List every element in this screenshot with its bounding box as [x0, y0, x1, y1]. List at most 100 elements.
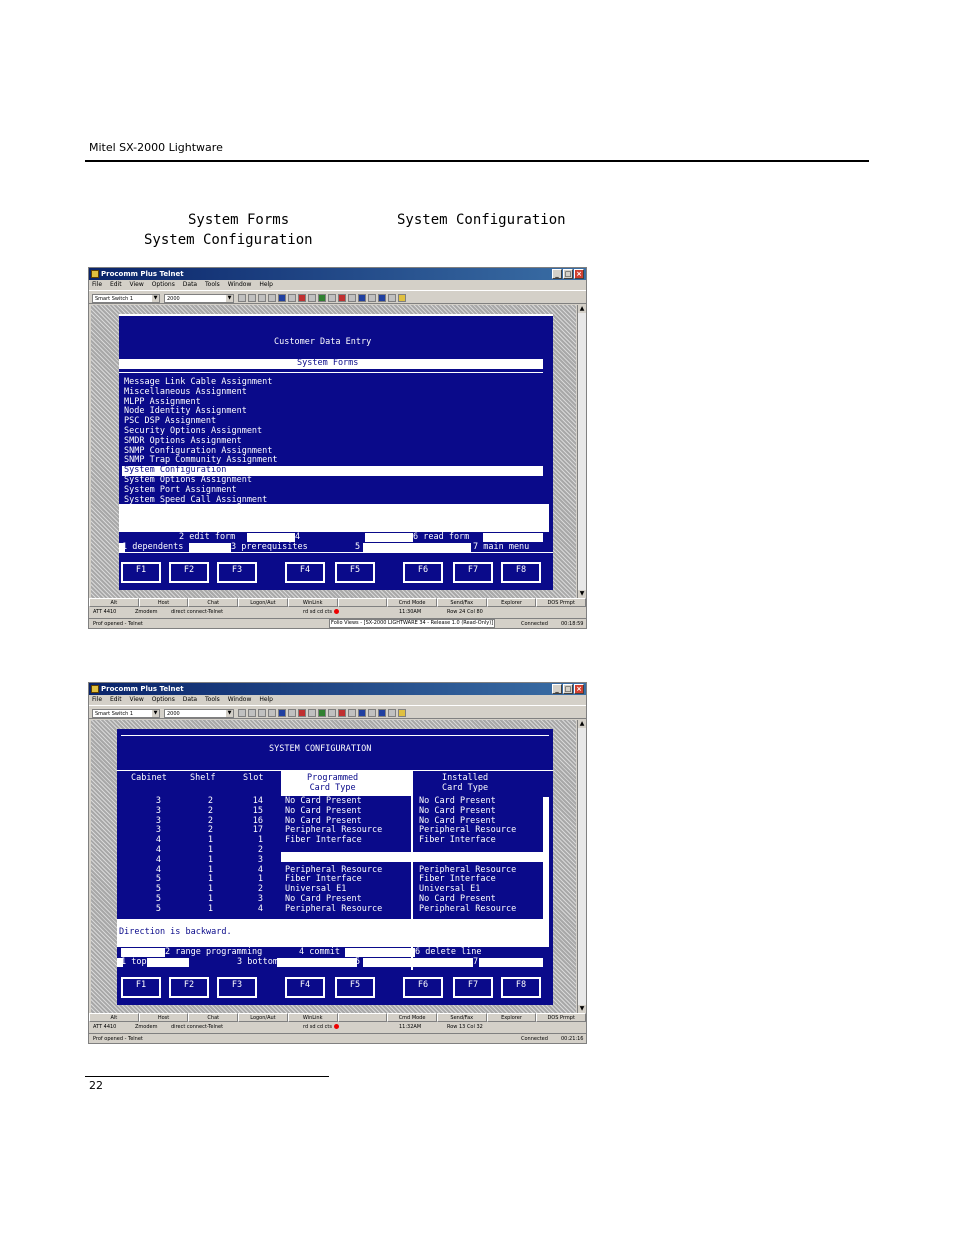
menu-help[interactable]: Help [259, 696, 273, 703]
toolbar-icon[interactable] [338, 709, 346, 717]
menu-view[interactable]: View [130, 281, 144, 288]
softkey-3[interactable]: 3 bottom [237, 957, 278, 968]
toolbar-icon[interactable] [368, 709, 376, 717]
menu-edit[interactable]: Edit [110, 696, 122, 703]
toolbar-icon[interactable] [308, 294, 316, 302]
menu-data[interactable]: Data [183, 696, 197, 703]
terminal-screen[interactable]: SYSTEM CONFIGURATION Cabinet Shelf Slot … [117, 729, 553, 1005]
f7-key[interactable]: F7 [453, 562, 493, 583]
port-combo[interactable]: 2000 ▼ [164, 709, 234, 718]
explorer-button[interactable]: Explorer [486, 598, 537, 607]
blank-button[interactable] [337, 598, 388, 607]
toolbar-icon[interactable] [328, 294, 336, 302]
menu-help[interactable]: Help [259, 281, 273, 288]
minimize-button[interactable]: _ [552, 684, 562, 694]
toolbar-icon[interactable] [358, 294, 366, 302]
toolbar-icon[interactable] [378, 709, 386, 717]
softkey-6[interactable]: 6 read form [413, 532, 469, 543]
toolbar-icon[interactable] [368, 294, 376, 302]
f4-key[interactable]: F4 [285, 562, 325, 583]
dos-prompt-button[interactable]: DOS Prmpt [536, 1013, 586, 1022]
chevron-down-icon[interactable]: ▼ [152, 295, 159, 302]
explorer-button[interactable]: Explorer [486, 1013, 537, 1022]
toolbar-icon[interactable] [278, 709, 286, 717]
f3-key[interactable]: F3 [217, 562, 257, 583]
host-combo[interactable]: Smart Switch 1 ▼ [92, 709, 160, 718]
terminal-screen[interactable]: Customer Data Entry System Forms Message… [119, 314, 553, 590]
menu-options[interactable]: Options [152, 281, 175, 288]
winlink-button[interactable]: WinLink [287, 1013, 338, 1022]
minimize-button[interactable]: _ [552, 269, 562, 279]
toolbar-icon[interactable] [288, 294, 296, 302]
softkey-1[interactable]: 1 top [121, 957, 147, 968]
toolbar-icon[interactable] [258, 709, 266, 717]
toolbar-icon[interactable] [248, 709, 256, 717]
toolbar-icon[interactable] [248, 294, 256, 302]
logon-button[interactable]: Logon/Aut [238, 1013, 288, 1022]
softkey-5[interactable]: 5 [355, 957, 360, 968]
toolbar-icon[interactable] [238, 709, 246, 717]
toolbar-icon[interactable] [388, 709, 396, 717]
winlink-button[interactable]: WinLink [287, 598, 338, 607]
toolbar-icon[interactable] [288, 709, 296, 717]
f4-key[interactable]: F4 [285, 977, 325, 998]
toolbar-icon[interactable] [258, 294, 266, 302]
toolbar-icon[interactable] [238, 294, 246, 302]
menu-tools[interactable]: Tools [205, 696, 220, 703]
cmd-mode-button[interactable]: Cmd Mode [387, 598, 437, 607]
send-fax-button[interactable]: Send/Fax [436, 598, 487, 607]
softkey-7[interactable]: 7 [473, 957, 478, 968]
host-combo[interactable]: Smart Switch 1 ▼ [92, 294, 160, 303]
f1-key[interactable]: F1 [121, 562, 161, 583]
help-icon[interactable] [398, 294, 406, 302]
f5-key[interactable]: F5 [335, 562, 375, 583]
toolbar-icon[interactable] [358, 709, 366, 717]
help-icon[interactable] [398, 709, 406, 717]
toolbar-icon[interactable] [318, 709, 326, 717]
f8-key[interactable]: F8 [501, 562, 541, 583]
host-button[interactable]: Host [138, 598, 189, 607]
chevron-down-icon[interactable]: ▼ [226, 710, 233, 717]
f2-key[interactable]: F2 [169, 562, 209, 583]
toolbar-icon[interactable] [268, 709, 276, 717]
scroll-up-icon[interactable]: ▲ [578, 720, 586, 728]
toolbar-icon[interactable] [278, 294, 286, 302]
toolbar-icon[interactable] [338, 294, 346, 302]
menu-file[interactable]: File [92, 696, 102, 703]
menu-window[interactable]: Window [228, 696, 252, 703]
menu-tools[interactable]: Tools [205, 281, 220, 288]
toolbar-icon[interactable] [328, 709, 336, 717]
toolbar-icon[interactable] [308, 709, 316, 717]
toolbar-icon[interactable] [318, 294, 326, 302]
toolbar-icon[interactable] [298, 294, 306, 302]
folio-views-task[interactable]: Folio Views - [SX-2000 LIGHTWARE 34 - Re… [329, 619, 496, 628]
softkey-2[interactable]: 2 edit form [179, 532, 235, 543]
menu-window[interactable]: Window [228, 281, 252, 288]
f6-key[interactable]: F6 [403, 977, 443, 998]
toolbar-icon[interactable] [378, 294, 386, 302]
scroll-up-icon[interactable]: ▲ [578, 305, 586, 313]
chat-button[interactable]: Chat [188, 598, 239, 607]
logon-button[interactable]: Logon/Aut [238, 598, 288, 607]
host-button[interactable]: Host [138, 1013, 189, 1022]
dos-prompt-button[interactable]: DOS Prmpt [536, 598, 586, 607]
toolbar-icon[interactable] [348, 709, 356, 717]
send-fax-button[interactable]: Send/Fax [436, 1013, 487, 1022]
f8-key[interactable]: F8 [501, 977, 541, 998]
maximize-button[interactable]: □ [563, 684, 573, 694]
menu-options[interactable]: Options [152, 696, 175, 703]
f3-key[interactable]: F3 [217, 977, 257, 998]
f7-key[interactable]: F7 [453, 977, 493, 998]
softkey-6[interactable]: 6 delete line [415, 947, 482, 958]
maximize-button[interactable]: □ [563, 269, 573, 279]
close-button[interactable]: × [574, 684, 584, 694]
close-button[interactable]: × [574, 269, 584, 279]
toolbar-icon[interactable] [388, 294, 396, 302]
f5-key[interactable]: F5 [335, 977, 375, 998]
menu-file[interactable]: File [92, 281, 102, 288]
cmd-mode-button[interactable]: Cmd Mode [387, 1013, 437, 1022]
programmed-cell[interactable]: Peripheral Resource [285, 904, 382, 915]
scroll-down-icon[interactable]: ▼ [578, 1005, 586, 1013]
softkey-4[interactable]: 4 commit [299, 947, 340, 958]
f6-key[interactable]: F6 [403, 562, 443, 583]
